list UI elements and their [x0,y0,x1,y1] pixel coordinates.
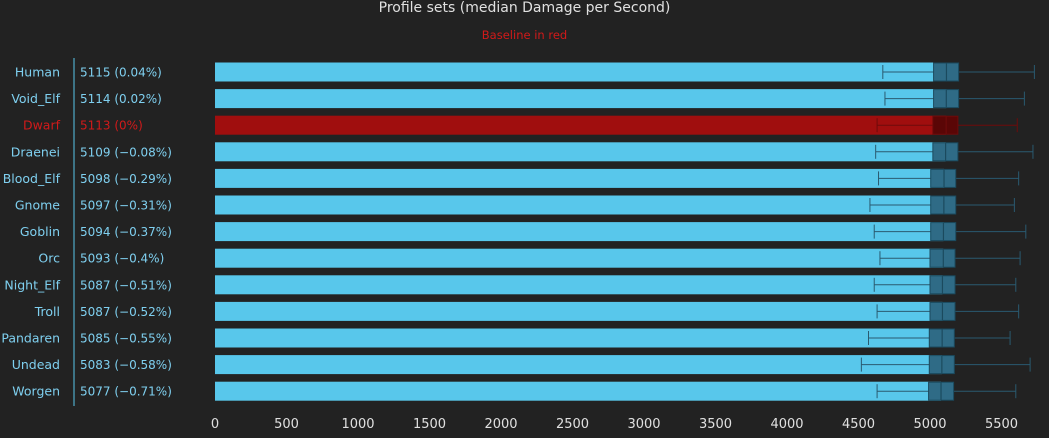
bar [215,248,944,268]
bar-row: Orc 5093 (−0.4%) [38,248,1021,268]
x-tick-label: 0 [211,417,219,432]
value-label: 5093 (−0.4%) [80,252,164,266]
chart-rows: Human 5115 (0.04%) Void_Elf 5114 (0.02%) Dwa… [1,62,1035,401]
category-label: Draenei [11,144,60,159]
iqr-box [929,248,956,268]
bar-row: Void_Elf 5114 (0.02%) [11,89,1025,109]
category-label: Night_Elf [4,277,60,292]
x-axis-ticks: 0 500 1000 1500 2000 2500 3000 3500 4000 4500 5000… [211,417,1018,432]
x-tick-label: 2500 [556,417,589,432]
x-tick-label: 4000 [770,417,803,432]
category-label: Human [15,65,60,80]
category-label: Void_Elf [11,91,60,106]
bar-row: Blood_Elf 5098 (−0.29%) [3,168,1020,188]
bar [215,89,947,109]
category-label: Troll [34,304,60,319]
bar-row: Draenei 5109 (−0.08%) [11,142,1034,162]
bar [215,142,946,162]
bar-row: Gnome 5097 (−0.31%) [15,195,1015,215]
iqr-box [930,168,957,188]
bar [215,115,947,135]
bar-row: Goblin 5094 (−0.37%) [20,222,1027,242]
value-label: 5085 (−0.55%) [80,332,172,346]
bar-row: Human 5115 (0.04%) [15,62,1035,82]
category-label: Pandaren [1,331,60,346]
category-label: Undead [12,357,60,372]
bar [215,355,942,375]
bar [215,62,947,82]
value-label: 5097 (−0.31%) [80,199,172,213]
value-label: 5083 (−0.58%) [80,358,172,372]
value-label: 5098 (−0.29%) [80,172,172,186]
bar-row: Pandaren 5085 (−0.55%) [1,328,1011,348]
category-label: Worgen [12,384,60,399]
bar [215,275,943,295]
bar-row: Troll 5087 (−0.52%) [34,301,1020,321]
x-tick-label: 3000 [627,417,660,432]
bar [215,168,945,188]
value-label: 5094 (−0.37%) [80,225,172,239]
x-tick-label: 2000 [484,417,517,432]
bar-row: Undead 5083 (−0.58%) [12,355,1031,375]
x-tick-label: 1000 [341,417,374,432]
bar [215,328,943,348]
category-label: Blood_Elf [3,171,61,186]
x-tick-label: 500 [274,417,299,432]
value-label: 5109 (−0.08%) [80,145,172,159]
bar-row: Dwarf 5113 (0%) [23,115,1018,135]
category-label: Dwarf [23,118,61,133]
value-label: 5114 (0.02%) [80,92,162,106]
bar [215,195,944,215]
x-tick-label: 5000 [913,417,946,432]
value-label: 5087 (−0.51%) [80,278,172,292]
bar-row: Night_Elf 5087 (−0.51%) [4,275,1017,295]
bar [215,301,943,321]
bar [215,381,942,401]
bar [215,222,944,242]
category-label: Orc [38,251,60,266]
category-label: Gnome [15,198,60,213]
x-tick-label: 1500 [413,417,446,432]
iqr-box [932,115,959,135]
x-tick-label: 3500 [699,417,732,432]
x-tick-label: 5500 [985,417,1018,432]
iqr-box [930,195,957,215]
value-label: 5113 (0%) [80,119,143,133]
chart-plot: Human 5115 (0.04%) Void_Elf 5114 (0.02%) Dwa… [1,58,1035,432]
value-label: 5077 (−0.71%) [80,385,172,399]
category-label: Goblin [20,224,60,239]
value-label: 5115 (0.04%) [80,66,162,80]
bar-row: Worgen 5077 (−0.71%) [12,381,1017,401]
x-tick-label: 4500 [842,417,875,432]
value-label: 5087 (−0.52%) [80,305,172,319]
